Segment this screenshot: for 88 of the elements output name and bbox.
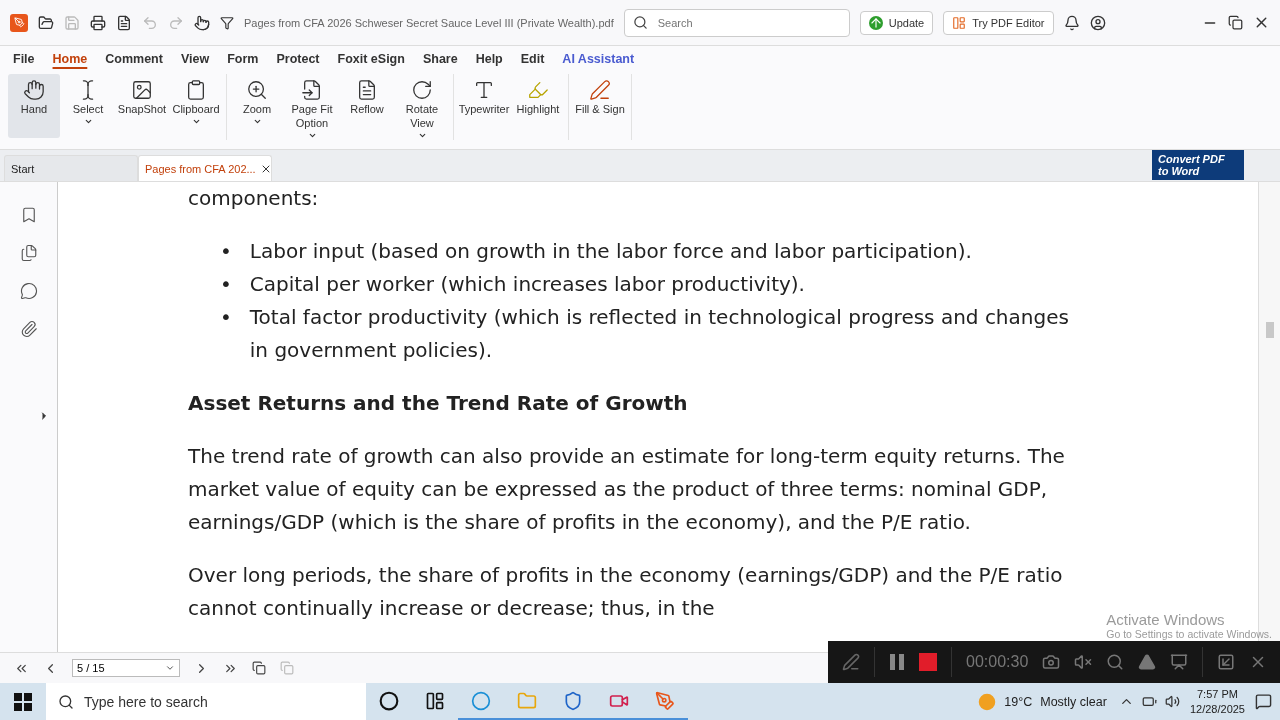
clipboard-icon	[185, 79, 207, 101]
search-field[interactable]: Search	[655, 15, 841, 30]
pages-icon[interactable]	[19, 244, 38, 262]
menu-tab[interactable]: Help	[466, 50, 512, 68]
bullet-marker: •	[220, 304, 232, 331]
print-icon[interactable]	[90, 14, 106, 31]
document-icon[interactable]	[116, 14, 132, 31]
ribbon-button[interactable]: Reflow	[341, 74, 393, 138]
paperclip-icon[interactable]	[19, 320, 38, 338]
menu-tab[interactable]: View	[171, 50, 219, 68]
ribbon-button[interactable]: Clipboard	[170, 74, 222, 138]
caret-icon	[165, 663, 175, 673]
editor-button[interactable]: Try PDF Editor	[943, 10, 1054, 35]
highlighter-icon	[527, 79, 549, 101]
ribbon-button[interactable]: Page Fit Option	[285, 74, 339, 138]
camera-icon[interactable]	[1042, 653, 1061, 671]
menu-tab[interactable]: Share	[413, 50, 467, 68]
grid-icon	[952, 15, 967, 30]
convert-banner[interactable]: Convert PDF to Word	[1152, 150, 1244, 180]
mute-icon[interactable]	[1074, 653, 1093, 671]
user-icon[interactable]	[1089, 14, 1106, 31]
ribbon-button[interactable]: Typewriter	[458, 74, 510, 138]
ribbon-button[interactable]: Rotate View	[395, 74, 449, 138]
search-icon[interactable]	[1106, 653, 1125, 671]
bullet-item: Capital per worker (which increases labor productivity).	[249, 271, 805, 298]
page-selector[interactable]: 5 / 15	[72, 659, 180, 677]
battery-icon[interactable]	[1141, 694, 1157, 709]
menu-tab[interactable]: Form	[218, 50, 268, 68]
menu-tab[interactable]: Protect	[267, 50, 329, 68]
menu-tab[interactable]: Comment	[96, 50, 172, 68]
page-icon	[301, 79, 323, 101]
hand-icon	[23, 79, 45, 101]
pen-icon	[589, 79, 611, 101]
menu-tab[interactable]: Edit	[511, 50, 554, 68]
menu-tab[interactable]: Home	[43, 50, 97, 68]
pause-icon[interactable]	[889, 653, 905, 671]
presentation-icon[interactable]	[1170, 653, 1189, 671]
update-button[interactable]: Update	[859, 10, 934, 35]
clock[interactable]: 7:57 PM 12/28/2025	[1189, 686, 1245, 717]
temperature: 19°C	[1004, 694, 1033, 709]
menu-tab[interactable]: AI Assistant	[553, 50, 644, 68]
weather-condition: Mostly clear	[1040, 694, 1107, 709]
restore-icon[interactable]	[1228, 15, 1243, 30]
ribbon-button[interactable]: Fill & Sign	[573, 74, 627, 138]
windows-logo-icon	[14, 692, 32, 711]
ribbon-button[interactable]: Select	[62, 74, 114, 138]
pointer-icon[interactable]	[194, 14, 210, 31]
scrollbar-thumb[interactable]	[1265, 322, 1274, 338]
copy-icon[interactable]	[252, 661, 266, 675]
paragraph: The trend rate of growth can also provide an estimate for long-term equity returns. The market value of equity can be expressed as the product of three terms: nominal GDP, earnings/GDP (which is the share of profits in the economy), and the P/E ratio.	[188, 443, 1066, 536]
bullet-marker: •	[220, 238, 232, 265]
notification-icon[interactable]	[1255, 693, 1272, 710]
activation-message: Go to Settings to activate Windows.	[1106, 628, 1272, 640]
file-title: Pages from CFA 2026 Schweser Secret Sauce Level III (Private Wealth).pdf	[244, 16, 614, 29]
activation-title: Activate Windows	[1106, 611, 1226, 628]
bell-icon[interactable]	[1063, 14, 1080, 31]
document-tab[interactable]: Start	[4, 155, 138, 181]
menu-tab[interactable]: File	[4, 50, 44, 68]
app-logo	[10, 13, 28, 32]
ribbon-button[interactable]: Zoom	[231, 74, 283, 138]
text-icon	[473, 79, 495, 101]
bullet-item: Labor input (based on growth in the labor force and labor participation).	[249, 238, 972, 265]
document-icon	[356, 79, 378, 101]
bullet-marker: •	[220, 271, 232, 298]
paragraph: Over long periods, the share of profits in the economy (earnings/GDP) and the P/E ratio cannot continually increase or decrease; thus, in the	[188, 562, 1064, 622]
paragraph: components:	[188, 185, 319, 212]
search-icon[interactable]	[632, 15, 648, 30]
ribbon-button[interactable]: Highlight	[512, 74, 564, 138]
image-icon	[131, 79, 153, 101]
search-icon	[58, 693, 74, 710]
volume-icon[interactable]	[1164, 694, 1180, 709]
document-tab[interactable]: Pages from CFA 202...	[138, 155, 272, 181]
ribbon-button[interactable]: Hand	[8, 74, 60, 138]
zoom-in-icon	[246, 79, 268, 101]
search-box[interactable]: Search	[623, 8, 850, 37]
filter-icon[interactable]	[220, 15, 234, 30]
pen-icon[interactable]	[842, 653, 860, 671]
comment-icon[interactable]	[19, 282, 38, 300]
page-number: 5 / 15	[77, 662, 105, 674]
taskbar-search-field[interactable]: Type here to search	[82, 692, 354, 711]
recording-time: 00:00:30	[966, 653, 1029, 671]
folder-icon[interactable]	[38, 14, 54, 31]
rotate-icon	[411, 79, 433, 101]
taskbar-search-box[interactable]: Type here to search	[46, 683, 366, 720]
bullet-item: Total factor productivity (which is reflected in technological progress and changes in government policies).	[249, 304, 1070, 364]
section-heading: Asset Returns and the Trend Rate of Growth	[188, 390, 689, 417]
ribbon-button[interactable]: SnapShot	[116, 74, 168, 138]
menu-tab[interactable]: Foxit eSign	[328, 50, 414, 68]
